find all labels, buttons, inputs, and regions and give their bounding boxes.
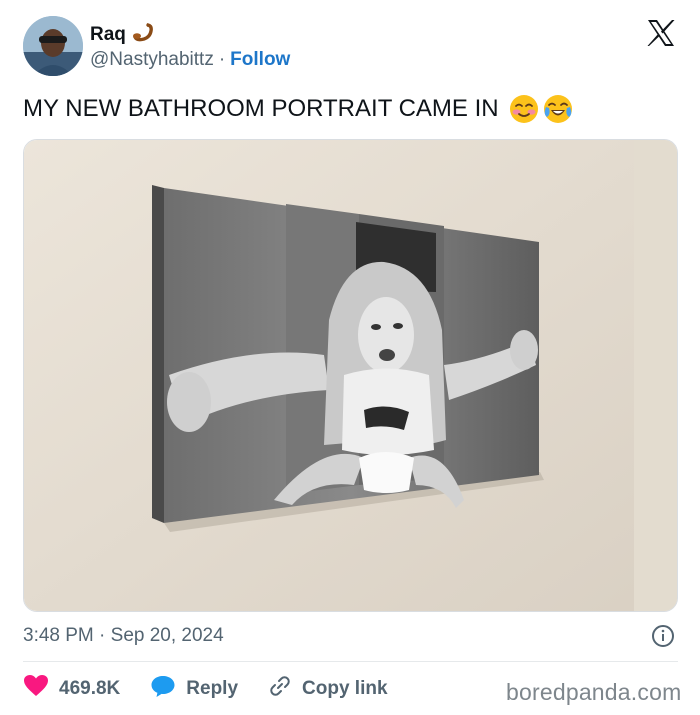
heart-icon (23, 674, 49, 704)
info-icon[interactable] (651, 624, 675, 648)
scorpion-icon (132, 22, 156, 47)
reply-bubble-icon (150, 674, 176, 704)
handle[interactable]: @Nastyhabittz (90, 49, 214, 71)
timestamp[interactable]: 3:48 PM · Sep 20, 2024 (23, 625, 224, 647)
separator: · (218, 49, 226, 70)
display-name[interactable]: Raq (90, 24, 126, 46)
divider (23, 661, 678, 662)
link-icon (268, 674, 292, 704)
tweet-photo[interactable] (23, 139, 678, 612)
follow-button[interactable]: Follow (230, 49, 290, 71)
face-with-tears-of-joy-icon (543, 94, 573, 124)
copy-link-button[interactable]: Copy link (268, 674, 388, 704)
tweet-text: MY NEW BATHROOM PORTRAIT CAME IN (23, 95, 499, 122)
reply-label: Reply (186, 678, 239, 699)
watermark: boredpanda.com (506, 679, 682, 705)
x-logo-icon[interactable] (646, 18, 676, 48)
like-count: 469.8K (59, 678, 121, 699)
smiling-face-with-blush-icon (509, 94, 539, 124)
tweet-text-row: MY NEW BATHROOM PORTRAIT CAME IN (23, 94, 573, 124)
copy-link-label: Copy link (302, 678, 388, 699)
avatar[interactable] (23, 16, 83, 76)
tweet-actions: 469.8K Reply Copy link (23, 674, 418, 704)
bathroom-portrait-image (24, 140, 677, 611)
reply-button[interactable]: Reply (150, 674, 238, 704)
like-button[interactable]: 469.8K (23, 674, 120, 704)
